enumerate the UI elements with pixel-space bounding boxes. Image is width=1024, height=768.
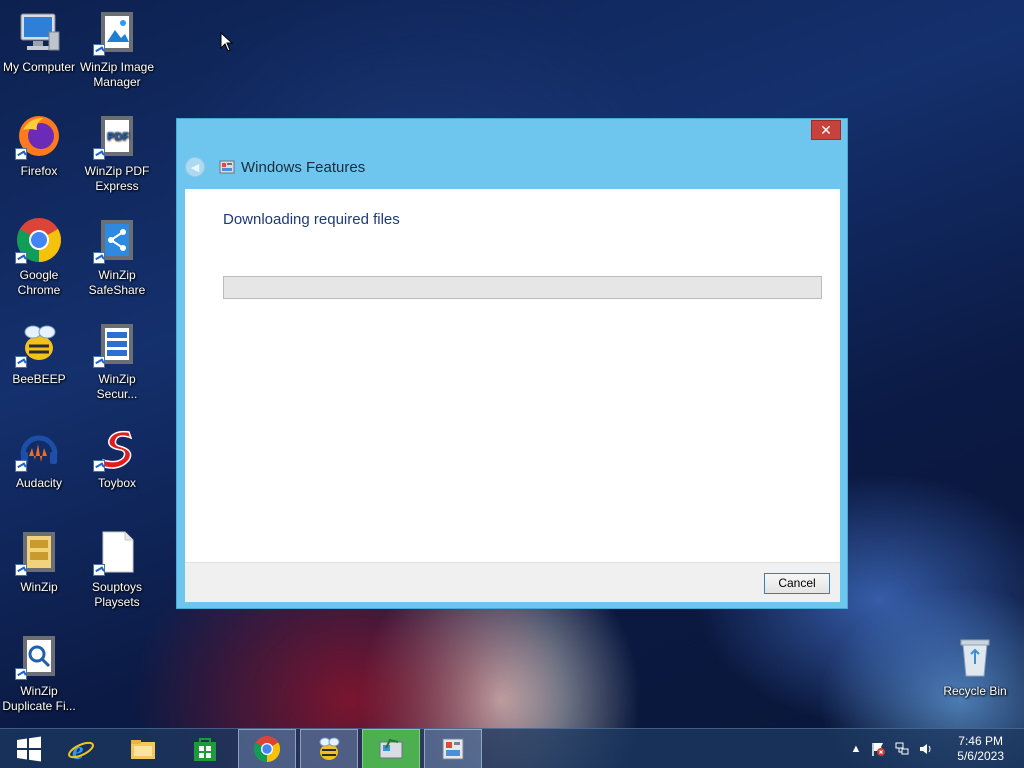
desktop-icon-beebeep[interactable]: BeeBEEP (0, 320, 78, 387)
desktop-icon-winzip-secure[interactable]: WinZip Secur... (78, 320, 156, 402)
desktop-icon-winzip-image-manager[interactable]: WinZip Image Manager (78, 8, 156, 90)
taskbar-beebeep[interactable] (300, 729, 358, 768)
desktop-icon-souptoys-playsets[interactable]: Souptoys Playsets (78, 528, 156, 610)
beebeep-icon (319, 737, 340, 760)
svg-text:PDF: PDF (107, 131, 129, 143)
close-button[interactable]: ✕ (811, 120, 841, 140)
dialog-titlebar: ◀ Windows Features (185, 155, 365, 179)
firefox-icon (15, 112, 63, 160)
winzip-icon (15, 528, 63, 576)
taskbar-store[interactable] (176, 729, 234, 768)
toybox-icon (93, 424, 141, 472)
download-progress-bar (223, 276, 822, 299)
beebeep-icon (15, 320, 63, 368)
recycle-bin-icon (951, 632, 999, 680)
desktop-icon-label: Souptoys Playsets (91, 580, 143, 609)
windows-features-icon (219, 160, 235, 174)
chrome-icon (15, 216, 63, 264)
desktop-icon-label: WinZip Image Manager (79, 60, 155, 89)
desktop-icon-label: Firefox (20, 164, 58, 178)
desktop-icon-my-computer[interactable]: My Computer (0, 8, 78, 75)
back-button[interactable]: ◀ (185, 157, 205, 177)
taskbar-control-panel[interactable] (424, 729, 482, 768)
desktop-icon-label: WinZip PDF Express (84, 164, 150, 193)
network-icon[interactable] (894, 741, 910, 757)
desktop-icon-label: WinZip Duplicate Fi... (2, 684, 76, 713)
svg-text:e: e (72, 736, 84, 764)
cancel-button[interactable]: Cancel (764, 573, 830, 594)
file-explorer-icon (131, 740, 155, 759)
clock[interactable]: 7:46 PM 5/6/2023 (957, 734, 1004, 764)
taskbar-chrome[interactable] (238, 729, 296, 768)
start-icon (17, 736, 41, 762)
desktop-icon-label: Recycle Bin (943, 684, 1007, 698)
show-hidden-icons-icon[interactable]: ▲ (848, 741, 864, 757)
taskbar-windows-features[interactable] (362, 729, 420, 768)
windows-features-icon (379, 738, 403, 759)
winzip-secure-backup-icon (93, 320, 141, 368)
start-button[interactable] (0, 729, 58, 768)
system-tray: ▲ 7:46 PM 5/6/2023 (824, 729, 1024, 768)
taskbar-file-explorer[interactable] (114, 729, 172, 768)
clock-time: 7:46 PM (958, 734, 1003, 748)
action-center-flag-icon[interactable] (870, 741, 886, 757)
desktop-icon-label: WinZip Secur... (96, 372, 138, 401)
clock-date: 5/6/2023 (957, 749, 1004, 763)
winzip-image-manager-icon (93, 8, 141, 56)
control-panel-icon (442, 738, 464, 760)
desktop-icon-winzip-pdf-express[interactable]: PDF WinZip PDF Express (78, 112, 156, 194)
desktop-icon-firefox[interactable]: Firefox (0, 112, 78, 179)
desktop-icon-label: Google Chrome (17, 268, 61, 297)
desktop-icon-label: Audacity (15, 476, 63, 490)
windows-features-dialog: ✕ ◀ Windows Features Downloading require… (176, 118, 848, 609)
taskbar-internet-explorer[interactable]: e (52, 729, 110, 768)
desktop-icon-audacity[interactable]: Audacity (0, 424, 78, 491)
desktop-icon-label: My Computer (2, 60, 76, 74)
desktop-icon-winzip-safeshare[interactable]: WinZip SafeShare (78, 216, 156, 298)
desktop-icon-label: Toybox (97, 476, 137, 490)
audacity-icon (15, 424, 63, 472)
arrow-left-icon: ◀ (190, 161, 200, 174)
desktop-icon-label: WinZip (20, 580, 58, 594)
winzip-safeshare-icon (93, 216, 141, 264)
my-computer-icon (15, 8, 63, 56)
store-icon (194, 738, 216, 761)
desktop-icon-winzip-duplicate-finder[interactable]: WinZip Duplicate Fi... (0, 632, 78, 714)
status-heading: Downloading required files (223, 211, 400, 228)
dialog-content: Downloading required files (185, 189, 840, 562)
chrome-icon (253, 736, 281, 763)
desktop-icon-label: BeeBEEP (12, 372, 66, 386)
volume-icon[interactable] (918, 741, 934, 757)
dialog-title: Windows Features (241, 158, 366, 176)
winzip-pdf-express-icon: PDF (93, 112, 141, 160)
desktop-icon-toybox[interactable]: Toybox (78, 424, 156, 491)
internet-explorer-icon: e (68, 736, 94, 764)
desktop-icon-google-chrome[interactable]: Google Chrome (0, 216, 78, 298)
winzip-duplicate-finder-icon (15, 632, 63, 680)
blank-document-icon (93, 528, 141, 576)
desktop-icon-recycle-bin[interactable]: Recycle Bin (936, 632, 1014, 699)
dialog-footer: Cancel (185, 562, 840, 602)
desktop-icon-label: WinZip SafeShare (88, 268, 146, 297)
desktop-icon-winzip[interactable]: WinZip (0, 528, 78, 595)
taskbar: e ▲ 7:46 PM 5/6/2023 (0, 728, 1024, 768)
